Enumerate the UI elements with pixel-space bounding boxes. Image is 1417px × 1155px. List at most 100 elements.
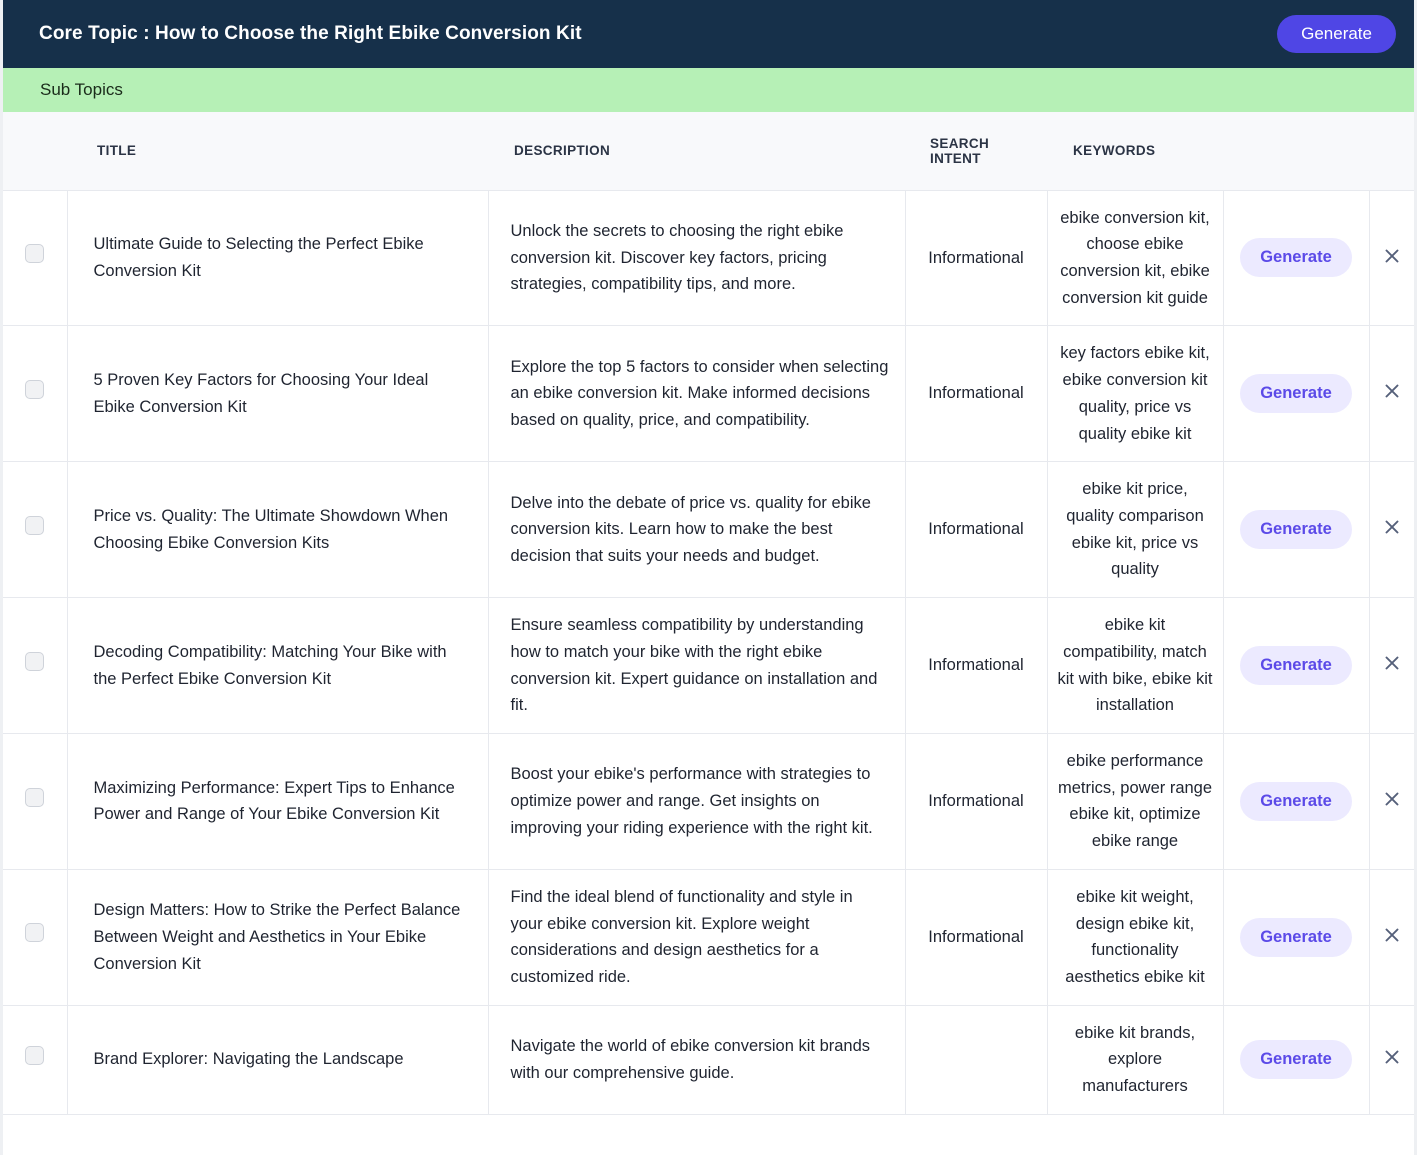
row-generate-button[interactable]: Generate xyxy=(1240,1040,1352,1080)
row-generate-cell: Generate xyxy=(1222,325,1369,462)
row-select-cell xyxy=(3,734,67,870)
row-checkbox[interactable] xyxy=(25,515,45,535)
row-description: Explore the top 5 factors to consider wh… xyxy=(487,325,905,462)
row-generate-cell: Generate xyxy=(1222,1005,1369,1115)
row-checkbox[interactable] xyxy=(25,651,45,671)
row-generate-cell: Generate xyxy=(1222,869,1369,1006)
row-select-cell xyxy=(3,1005,67,1114)
close-icon xyxy=(1385,656,1399,670)
row-description: Unlock the secrets to choosing the right… xyxy=(487,190,905,326)
row-generate-cell: Generate xyxy=(1222,597,1369,734)
row-delete-button[interactable] xyxy=(1378,785,1406,813)
row-keywords: ebike performance metrics, power range e… xyxy=(1046,733,1223,870)
row-generate-button[interactable]: Generate xyxy=(1240,238,1352,278)
row-title: Decoding Compatibility: Matching Your Bi… xyxy=(66,597,488,734)
column-header-title: TITLE xyxy=(97,143,137,159)
sub-topics-label: Sub Topics xyxy=(40,80,123,99)
close-icon xyxy=(1385,385,1399,398)
row-keywords: ebike kit compatibility, match kit with … xyxy=(1046,597,1223,734)
column-header-description: DESCRIPTION xyxy=(514,143,611,159)
row-delete-cell xyxy=(1368,461,1414,598)
close-icon xyxy=(1385,1051,1399,1064)
column-header-keywords: KEYWORDS xyxy=(1073,143,1156,159)
row-delete-cell xyxy=(1368,1005,1414,1115)
row-generate-cell: Generate xyxy=(1222,461,1369,598)
close-icon xyxy=(1385,249,1399,263)
row-delete-button[interactable] xyxy=(1378,921,1406,949)
row-keywords: ebike kit price, quality comparison ebik… xyxy=(1046,461,1223,598)
row-generate-button[interactable]: Generate xyxy=(1240,646,1352,686)
row-delete-button[interactable] xyxy=(1378,377,1406,405)
column-header-search-intent: SEARCH INTENT xyxy=(930,135,990,166)
row-keywords: ebike kit brands, explore manufacturers xyxy=(1046,1005,1223,1115)
row-description: Boost your ebike's performance with stra… xyxy=(487,733,905,870)
table-row: Brand Explorer: Navigating the Landscape… xyxy=(3,1005,1414,1115)
row-select-cell xyxy=(3,869,67,1005)
row-keywords: ebike conversion kit, choose ebike conve… xyxy=(1046,190,1223,326)
row-search-intent: Informational xyxy=(904,190,1047,326)
row-generate-button[interactable]: Generate xyxy=(1240,917,1352,957)
close-icon xyxy=(1385,520,1399,534)
table-row: Decoding Compatibility: Matching Your Bi… xyxy=(3,597,1414,734)
row-search-intent: Informational xyxy=(904,733,1047,870)
row-checkbox[interactable] xyxy=(25,244,45,264)
row-delete-cell xyxy=(1368,597,1414,734)
row-delete-cell xyxy=(1368,869,1414,1006)
row-delete-button[interactable] xyxy=(1378,242,1406,270)
column-header-select xyxy=(3,112,67,190)
sub-topics-table: TITLE DESCRIPTION SEARCH INTENT KEYWORDS… xyxy=(3,112,1414,1115)
row-delete-button[interactable] xyxy=(1378,649,1406,677)
row-title: 5 Proven Key Factors for Choosing Your I… xyxy=(66,325,488,462)
row-title: Design Matters: How to Strike the Perfec… xyxy=(66,869,488,1006)
row-checkbox[interactable] xyxy=(25,1045,45,1065)
row-description: Navigate the world of ebike conversion k… xyxy=(487,1005,905,1115)
row-description: Delve into the debate of price vs. quali… xyxy=(487,461,905,598)
row-checkbox[interactable] xyxy=(25,787,45,807)
table-row: Maximizing Performance: Expert Tips to E… xyxy=(3,733,1414,870)
row-generate-button[interactable]: Generate xyxy=(1240,510,1352,550)
row-delete-cell xyxy=(1368,325,1414,462)
row-title: Maximizing Performance: Expert Tips to E… xyxy=(66,733,488,870)
row-title: Ultimate Guide to Selecting the Perfect … xyxy=(66,190,488,326)
column-header-generate xyxy=(1223,112,1369,190)
close-icon xyxy=(1385,792,1399,806)
table-body: Ultimate Guide to Selecting the Perfect … xyxy=(3,190,1414,1115)
row-checkbox[interactable] xyxy=(25,923,45,943)
table-header: TITLE DESCRIPTION SEARCH INTENT KEYWORDS xyxy=(3,112,1414,190)
row-search-intent: Informational xyxy=(904,325,1047,462)
row-delete-cell xyxy=(1368,190,1414,326)
row-select-cell xyxy=(3,462,67,598)
row-description: Ensure seamless compatibility by underst… xyxy=(487,597,905,734)
table-row: Ultimate Guide to Selecting the Perfect … xyxy=(3,190,1414,326)
row-keywords: ebike kit weight, design ebike kit, func… xyxy=(1046,869,1223,1006)
table-row: Price vs. Quality: The Ultimate Showdown… xyxy=(3,461,1414,598)
row-generate-cell: Generate xyxy=(1222,190,1369,326)
row-select-cell xyxy=(3,326,67,462)
row-keywords: key factors ebike kit, ebike conversion … xyxy=(1046,325,1223,462)
sub-topics-table-wrapper: TITLE DESCRIPTION SEARCH INTENT KEYWORDS… xyxy=(3,112,1414,1115)
row-search-intent xyxy=(904,1005,1047,1115)
row-search-intent: Informational xyxy=(904,461,1047,598)
row-select-cell xyxy=(3,190,67,326)
column-header-delete xyxy=(1369,112,1414,190)
header-generate-button[interactable]: Generate xyxy=(1277,14,1396,54)
row-search-intent: Informational xyxy=(904,869,1047,1006)
row-generate-button[interactable]: Generate xyxy=(1240,374,1352,414)
table-row: Design Matters: How to Strike the Perfec… xyxy=(3,869,1414,1006)
row-description: Find the ideal blend of functionality an… xyxy=(487,869,905,1006)
row-generate-button[interactable]: Generate xyxy=(1240,781,1352,821)
row-generate-cell: Generate xyxy=(1222,733,1369,870)
row-delete-button[interactable] xyxy=(1378,1043,1406,1071)
row-title: Price vs. Quality: The Ultimate Showdown… xyxy=(66,461,488,598)
table-row: 5 Proven Key Factors for Choosing Your I… xyxy=(3,325,1414,462)
row-checkbox[interactable] xyxy=(25,379,45,399)
sub-topics-bar: Sub Topics xyxy=(3,68,1414,112)
close-icon xyxy=(1385,928,1399,942)
core-topic-header: Core Topic : How to Choose the Right Ebi… xyxy=(3,0,1414,68)
row-title: Brand Explorer: Navigating the Landscape xyxy=(66,1005,488,1115)
row-select-cell xyxy=(3,598,67,734)
core-topic-title: Core Topic : How to Choose the Right Ebi… xyxy=(39,23,582,44)
row-delete-button[interactable] xyxy=(1378,513,1406,541)
subtopics-app: Core Topic : How to Choose the Right Ebi… xyxy=(0,0,1417,1155)
table-header-row: TITLE DESCRIPTION SEARCH INTENT KEYWORDS xyxy=(3,112,1414,190)
